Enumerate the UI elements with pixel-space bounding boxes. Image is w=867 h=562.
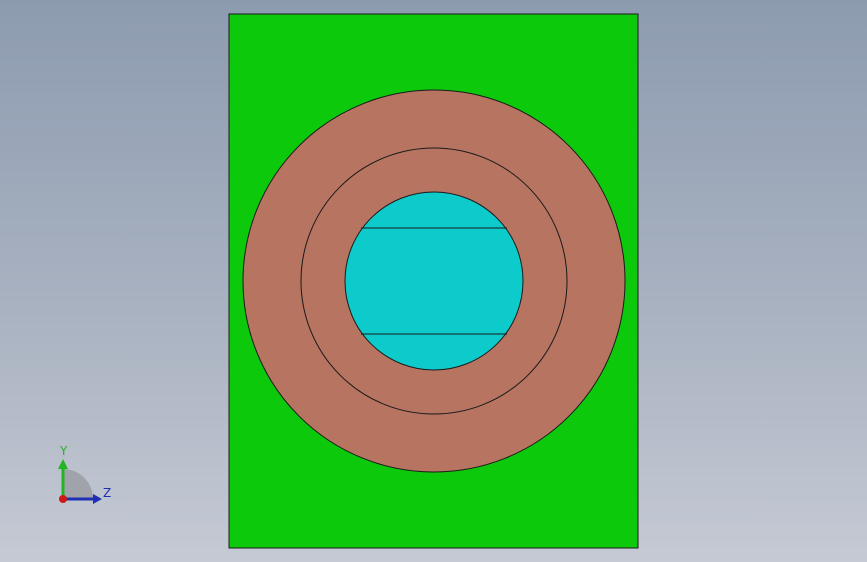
graphics-viewport[interactable]: Y Z [0, 0, 867, 562]
model-view[interactable] [0, 0, 867, 562]
bore-face[interactable] [344, 191, 524, 371]
